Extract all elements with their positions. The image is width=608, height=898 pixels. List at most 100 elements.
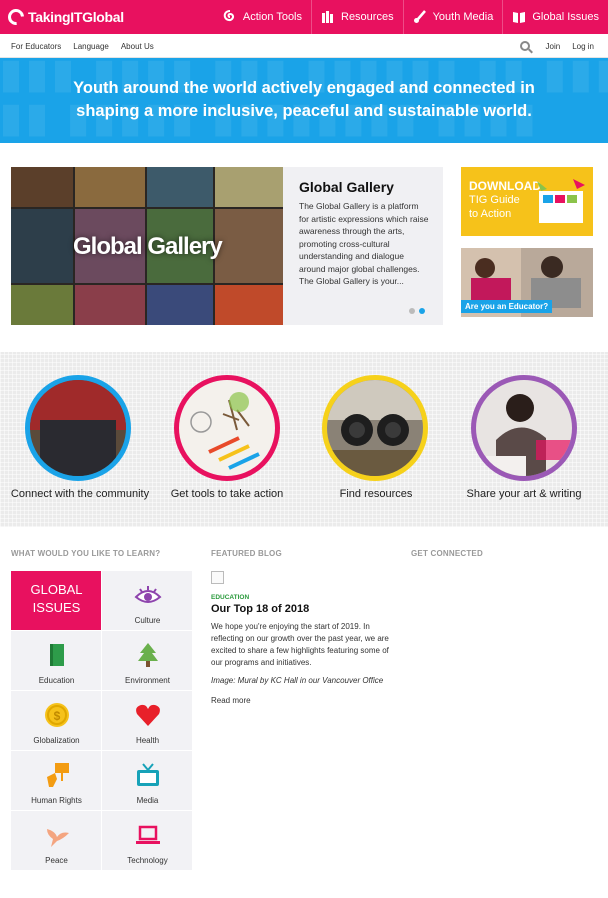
logo-text: TakingITGlobal (28, 9, 124, 25)
gallery-tile (75, 285, 145, 325)
site-logo[interactable]: TakingITGlobal (4, 5, 124, 29)
learn-heading: WHAT WOULD YOU LIKE TO LEARN? (11, 549, 161, 558)
binoculars-icon (327, 380, 423, 476)
protest-sign-icon (47, 763, 69, 787)
slider-dot[interactable] (409, 308, 415, 314)
link-for-educators[interactable]: For Educators (11, 42, 61, 51)
secondary-nav-links: For Educators Language About Us (11, 34, 166, 58)
global-issues-title: GLOBAL ISSUES (11, 581, 102, 617)
nav-resources[interactable]: Resources (311, 0, 403, 34)
logo-ring-icon (4, 5, 28, 29)
blog-category[interactable]: EDUCATION (211, 594, 249, 601)
topic-media[interactable]: Media (102, 751, 193, 811)
gallery-tile (147, 167, 213, 207)
nav-label: Global Issues (532, 11, 599, 23)
top-navigation-bar: TakingITGlobal Action Tools Resources Yo… (0, 0, 608, 34)
topic-label: Environment (125, 676, 170, 685)
educator-label: Are you an Educator? (461, 300, 553, 313)
dove-icon (47, 829, 69, 847)
slider-image-label: Global Gallery (73, 233, 223, 260)
topic-label: Media (136, 796, 159, 805)
nav-global-issues[interactable]: Global Issues (502, 0, 608, 34)
brush-icon (413, 10, 427, 24)
read-more-link[interactable]: Read more (211, 696, 251, 705)
blog-title[interactable]: Our Top 18 of 2018 (211, 603, 309, 615)
topic-label: Globalization (33, 736, 80, 745)
guide-booklet-icon (537, 179, 585, 223)
tools-label[interactable]: Get tools to take action (147, 488, 307, 500)
topic-label: Culture (134, 616, 161, 625)
share-art-label[interactable]: Share your art & writing (444, 488, 604, 500)
book-icon (512, 10, 526, 24)
account-links: Join Log in (519, 34, 594, 58)
photo-block (541, 256, 563, 278)
slider-image[interactable]: Global Gallery (11, 167, 283, 325)
tv-icon (137, 763, 159, 786)
slider-dot-active[interactable] (419, 308, 425, 314)
community-label[interactable]: Connect with the community (0, 488, 160, 500)
topic-globalization[interactable]: $ Globalization (11, 691, 102, 751)
topic-environment[interactable]: Environment (102, 631, 193, 691)
book-icon (50, 644, 64, 666)
topic-human-rights[interactable]: Human Rights (11, 751, 102, 811)
laptop-icon (136, 825, 160, 844)
tree-icon (138, 643, 158, 667)
topic-label: Education (38, 676, 75, 685)
link-about-us[interactable]: About Us (121, 42, 154, 51)
blog-heading: FEATURED BLOG (211, 549, 282, 558)
photo-block (475, 258, 495, 278)
search-icon[interactable] (519, 41, 530, 51)
download-guide-promo[interactable]: DOWNLOAD TIG Guide to Action (461, 167, 593, 236)
slider-pagination (409, 308, 429, 314)
nav-youth-media[interactable]: Youth Media (402, 0, 503, 34)
gallery-tile (75, 167, 145, 207)
topic-culture[interactable]: Culture (102, 571, 193, 631)
svg-text:$: $ (54, 709, 61, 723)
nav-label: Action Tools (242, 11, 302, 23)
gallery-tile (215, 167, 283, 207)
promo-subtitle: TIG Guide to Action (469, 194, 520, 220)
promo-text: DOWNLOAD TIG Guide to Action (469, 179, 541, 221)
global-issues-line2: ISSUES (32, 600, 81, 615)
topic-peace[interactable]: Peace (11, 811, 102, 871)
topic-label: Health (135, 736, 160, 745)
topic-label: Human Rights (31, 796, 82, 805)
topic-health[interactable]: Health (102, 691, 193, 751)
tools-circle[interactable] (174, 375, 280, 481)
secondary-nav: For Educators Language About Us Join Log… (0, 34, 608, 58)
resources-label[interactable]: Find resources (296, 488, 456, 500)
share-art-circle[interactable] (471, 375, 577, 481)
coin-icon: $ (45, 703, 69, 727)
topic-label: Technology (127, 856, 168, 865)
login-link[interactable]: Log in (572, 42, 594, 51)
global-issues-line1: GLOBAL (30, 582, 83, 597)
gallery-tile (11, 209, 73, 283)
hands-icon (321, 10, 335, 24)
nav-action-tools[interactable]: Action Tools (214, 0, 311, 34)
main-nav: Action Tools Resources Youth Media Globa… (214, 0, 608, 34)
nav-label: Youth Media (432, 11, 494, 23)
topic-label: Peace (45, 856, 68, 865)
blog-excerpt: We hope you're enjoying the start of 201… (211, 622, 389, 667)
nav-label: Resources (341, 11, 394, 23)
join-link[interactable]: Join (546, 42, 561, 51)
slider-title[interactable]: Global Gallery (299, 179, 394, 195)
gallery-tile (215, 285, 283, 325)
global-issues-tile[interactable]: GLOBAL ISSUES (11, 571, 102, 631)
photo-block (40, 420, 116, 476)
blog-image-caption: Image: Mural by KC Hall in our Vancouver… (211, 676, 384, 685)
eye-icon (134, 586, 162, 603)
resources-circle[interactable] (322, 375, 428, 481)
link-language[interactable]: Language (73, 42, 109, 51)
topic-technology[interactable]: Technology (102, 811, 193, 871)
lightbulb-sketch-icon (190, 392, 260, 470)
hero-banner: ▮▮▮ ▮▮▮▮ ▮▮▮ ▮▮▮▮▮▮ ▮▮ ▮▮▮ ▮▮ ▮▮▮▮▮ ▮▮▮▮▮… (0, 58, 608, 143)
community-circle[interactable] (25, 375, 131, 481)
blog-image-placeholder-icon[interactable] (211, 571, 224, 584)
topic-education[interactable]: Education (11, 631, 102, 691)
educator-promo[interactable]: Are you an Educator? (461, 248, 593, 317)
slider-description: The Global Gallery is a platform for art… (299, 201, 429, 286)
gallery-tile (11, 167, 73, 207)
gallery-tile (215, 209, 283, 283)
gallery-tile (147, 285, 213, 325)
